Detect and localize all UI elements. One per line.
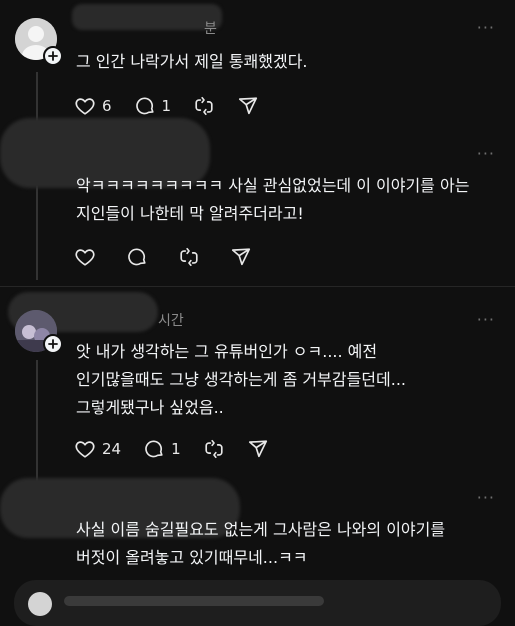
like-count: 24 [102, 440, 122, 458]
follow-plus-icon[interactable] [43, 334, 63, 354]
comment-icon [145, 440, 163, 458]
like-button[interactable]: 24 [74, 438, 121, 460]
more-options-button[interactable]: ··· [477, 312, 495, 328]
redacted-placeholder [64, 596, 324, 606]
reply-button[interactable] [126, 246, 148, 268]
thread-line [36, 360, 38, 478]
comment-line: 사실 이름 숨길필요도 없는게 그사람은 나와의 이야기를 [76, 520, 446, 539]
redacted-username [72, 4, 222, 30]
comment-line: 지인들이 나한테 막 알려주더라고! [76, 204, 304, 223]
repost-icon [180, 247, 198, 267]
reply-input-bar[interactable] [14, 580, 501, 626]
send-icon [239, 97, 258, 115]
follow-plus-icon[interactable] [43, 46, 63, 66]
heart-icon [75, 98, 95, 115]
like-count: 6 [102, 97, 112, 115]
comment-actions: 24 1 [74, 437, 291, 461]
more-options-button[interactable]: ··· [477, 146, 495, 162]
repost-button[interactable] [178, 246, 200, 268]
comment-text: 앗 내가 생각하는 그 유튜버인가 ㅇㅋ.... 예전 인기많을때도 그냥 생각… [76, 338, 506, 422]
comment-actions: 6 1 [74, 94, 281, 118]
divider [0, 286, 515, 287]
share-button[interactable] [247, 438, 269, 460]
comment-icon [135, 97, 154, 115]
reply-count: 1 [171, 440, 181, 458]
reply-button[interactable]: 1 [143, 438, 181, 460]
comment-line: 인기많을때도 그냥 생각하는게 좀 거부감들던데... [76, 370, 407, 389]
reply-avatar [28, 592, 52, 616]
comment-line: 그렇게됐구나 싶었음.. [76, 398, 224, 417]
heart-icon [75, 441, 95, 458]
comment-text: 그 인간 나락가서 제일 통쾌했겠다. [76, 48, 506, 76]
repost-icon [195, 96, 213, 116]
share-button[interactable] [237, 95, 259, 117]
comment-line: 앗 내가 생각하는 그 유튜버인가 ㅇㅋ.... 예전 [76, 342, 378, 361]
repost-button[interactable] [193, 95, 215, 117]
comment-icon [128, 248, 146, 266]
repost-button[interactable] [203, 438, 225, 460]
more-options-button[interactable]: ··· [477, 20, 495, 36]
comment-time: 분 [204, 21, 217, 37]
more-options-button[interactable]: ··· [477, 490, 495, 506]
like-button[interactable] [74, 246, 96, 268]
share-button[interactable] [230, 246, 252, 268]
comment-text: 사실 이름 숨길필요도 없는게 그사람은 나와의 이야기를 버젓이 올려놓고 있… [76, 516, 506, 572]
like-button[interactable]: 6 [74, 95, 112, 117]
comment-line: 악ㅋㅋㅋㅋㅋㅋㅋㅋㅋ 사실 관심없었는데 이 이야기를 아는 [76, 176, 470, 195]
send-icon [231, 248, 251, 266]
comment-text: 악ㅋㅋㅋㅋㅋㅋㅋㅋㅋ 사실 관심없었는데 이 이야기를 아는 지인들이 나한테 … [76, 172, 506, 228]
reply-button[interactable]: 1 [134, 95, 172, 117]
send-icon [248, 440, 267, 458]
comment-time: 시간 [158, 313, 184, 329]
repost-icon [205, 439, 223, 459]
comment-actions [74, 245, 274, 269]
heart-icon [75, 249, 95, 266]
comment-line: 버젓이 올려놓고 있기때무네...ㅋㅋ [76, 548, 308, 567]
comment-line: 그 인간 나락가서 제일 통쾌했겠다. [76, 52, 308, 71]
reply-count: 1 [161, 97, 172, 115]
